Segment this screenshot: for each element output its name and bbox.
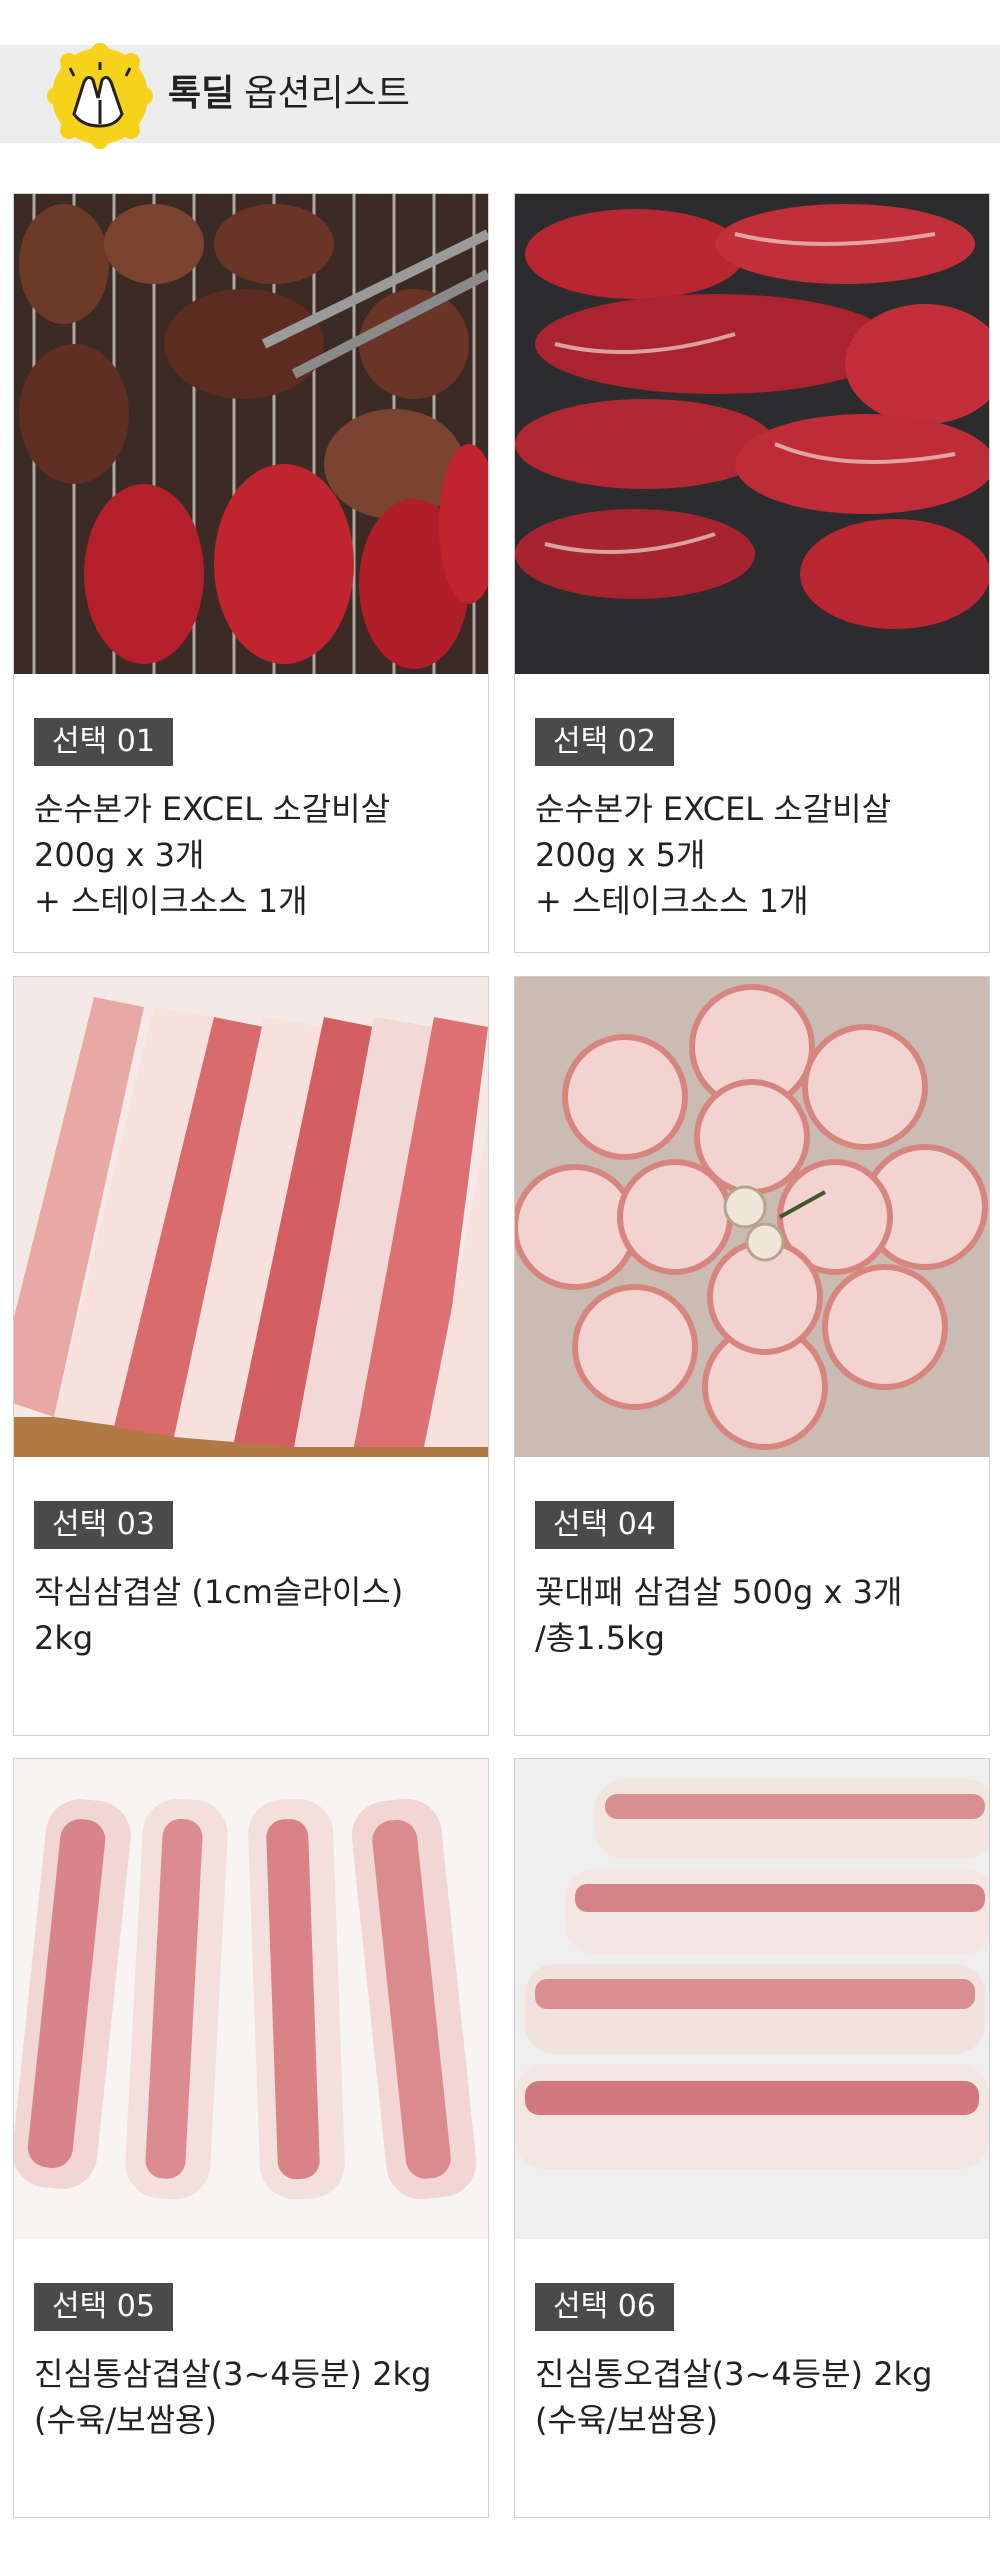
option-description: 작심삼겹살 (1cm슬라이스) 2kg [34,1569,474,1661]
option-tag: 선택 04 [535,1501,674,1549]
option-card-1[interactable]: 선택 01 순수본가 EXCEL 소갈비살 200g x 3개 + 스테이크소스… [13,193,489,953]
sliced-pork-belly-photo [14,977,488,1457]
option-description: 순수본가 EXCEL 소갈비살 200g x 3개 + 스테이크소스 1개 [34,786,474,924]
raw-beef-rib-photo [515,194,989,674]
description-line: + 스테이크소스 1개 [535,882,809,920]
option-card-4[interactable]: 선택 04 꽃대패 삼겹살 500g x 3개 /총1.5kg [514,976,990,1736]
description-line: 200g x 3개 [34,836,205,874]
description-line: 200g x 5개 [535,836,706,874]
description-line: + 스테이크소스 1개 [34,882,308,920]
option-tag: 선택 02 [535,718,674,766]
option-tag: 선택 01 [34,718,173,766]
option-card-2[interactable]: 선택 02 순수본가 EXCEL 소갈비살 200g x 5개 + 스테이크소스… [514,193,990,953]
description-line: 2kg [34,1619,94,1657]
description-line: 진심통오겹살(3~4등분) 2kg [535,2355,933,2393]
title-bold: 톡딜 [168,73,235,114]
option-description: 순수본가 EXCEL 소갈비살 200g x 5개 + 스테이크소스 1개 [535,786,975,924]
grilled-beef-rib-photo [14,194,488,674]
option-description: 진심통삼겹살(3~4등분) 2kg (수육/보쌈용) [34,2351,474,2443]
description-line: 작심삼겹살 (1cm슬라이스) [34,1573,404,1611]
page-title: 톡딜 옵션리스트 [168,69,410,119]
description-line: /총1.5kg [535,1619,665,1657]
option-tag: 선택 03 [34,1501,173,1549]
whole-pork-belly-strips-photo [14,1759,488,2239]
description-line: (수육/보쌈용) [34,2401,217,2439]
description-line: 순수본가 EXCEL 소갈비살 [34,790,391,828]
title-regular: 옵션리스트 [244,73,410,114]
option-card-6[interactable]: 선택 06 진심통오겹살(3~4등분) 2kg (수육/보쌈용) [514,1758,990,2518]
option-tag: 선택 05 [34,2283,173,2331]
option-tag: 선택 06 [535,2283,674,2331]
whole-pork-skin-on-belly-photo [515,1759,989,2239]
description-line: 진심통삼겹살(3~4등분) 2kg [34,2355,432,2393]
option-description: 진심통오겹살(3~4등분) 2kg (수육/보쌈용) [535,2351,975,2443]
rolled-pork-belly-flower-photo [515,977,989,1457]
description-line: 순수본가 EXCEL 소갈비살 [535,790,892,828]
description-line: 꽃대패 삼겹살 500g x 3개 [535,1573,903,1611]
clapping-hands-icon [47,43,153,149]
option-card-5[interactable]: 선택 05 진심통삼겹살(3~4등분) 2kg (수육/보쌈용) [13,1758,489,2518]
option-card-3[interactable]: 선택 03 작심삼겹살 (1cm슬라이스) 2kg [13,976,489,1736]
description-line: (수육/보쌈용) [535,2401,718,2439]
option-description: 꽃대패 삼겹살 500g x 3개 /총1.5kg [535,1569,975,1661]
